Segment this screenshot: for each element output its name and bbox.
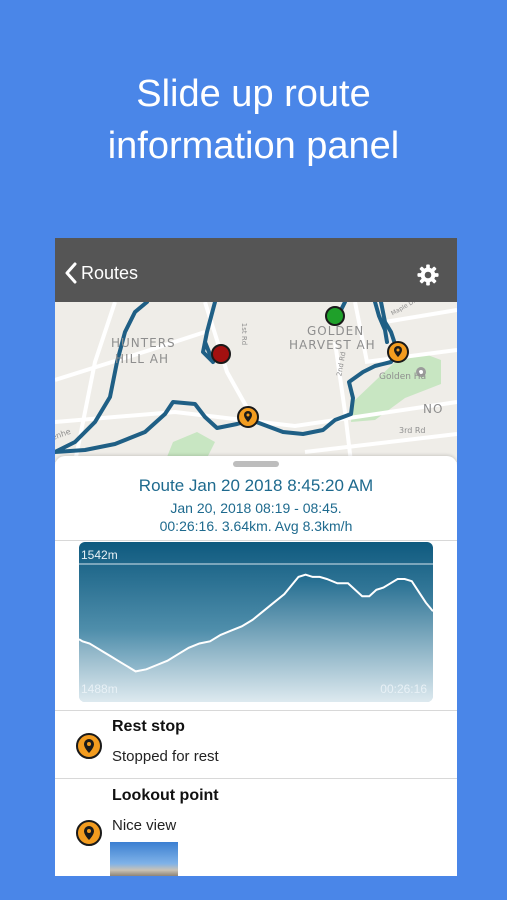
phone-screen: Routes HUNTERS HILL AH GOLDEN HARVEST AH…: [55, 238, 457, 876]
divider: [55, 778, 457, 779]
divider: [55, 540, 457, 541]
chevron-left-icon: [65, 262, 77, 284]
map-label: HUNTERS: [111, 336, 176, 350]
poi-title: Rest stop: [112, 718, 185, 735]
elevation-chart[interactable]: 1542m 1488m 00:26:16: [79, 542, 433, 702]
route-title: Route Jan 20 2018 8:45:20 AM: [138, 476, 374, 495]
map-pin-icon: [76, 733, 102, 759]
map-canvas: [55, 302, 457, 462]
map-label: HARVEST AH: [289, 338, 376, 352]
duration-label: 00:26:16: [380, 682, 427, 696]
map-label: 1st Rd: [240, 322, 249, 346]
poi-description: Nice view: [112, 817, 177, 834]
poi-photo-thumbnail[interactable]: [110, 842, 178, 876]
map-label: 3rd Rd: [399, 426, 426, 435]
elevation-chart-canvas: [79, 542, 433, 702]
promo-line-1: Slide up route: [136, 73, 371, 115]
route-map[interactable]: HUNTERS HILL AH GOLDEN HARVEST AH 1st Rd…: [55, 302, 457, 462]
poi-marker[interactable]: [237, 406, 259, 428]
start-marker[interactable]: [325, 306, 345, 326]
poi-marker[interactable]: [387, 341, 409, 363]
divider: [55, 710, 457, 711]
poi-title: Lookout point: [112, 787, 219, 804]
drag-handle[interactable]: [233, 461, 279, 467]
map-pin-icon: [76, 820, 102, 846]
back-button-label: Routes: [81, 262, 139, 283]
poi-description: Stopped for rest: [112, 748, 219, 765]
route-dates: Jan 20, 2018 08:19 - 08:45.: [170, 500, 342, 516]
max-elevation-label: 1542m: [81, 548, 118, 562]
gear-icon[interactable]: [417, 264, 439, 286]
route-info-panel[interactable]: Route Jan 20 2018 8:45:20 AM Jan 20, 201…: [55, 456, 457, 876]
end-marker[interactable]: [211, 344, 231, 364]
promo-heading: Slide up route information panel: [0, 68, 507, 172]
promo-line-2: information panel: [107, 125, 400, 167]
min-elevation-label: 1488m: [81, 682, 118, 696]
route-stats: 00:26:16. 3.64km. Avg 8.3km/h: [159, 518, 353, 534]
navigation-bar: Routes: [55, 238, 457, 302]
map-label: Golden Ha: [379, 372, 427, 382]
map-label: HILL AH: [115, 352, 169, 366]
back-button[interactable]: Routes: [65, 262, 138, 284]
map-label: NO: [423, 402, 444, 416]
map-label: GOLDEN: [307, 324, 365, 338]
